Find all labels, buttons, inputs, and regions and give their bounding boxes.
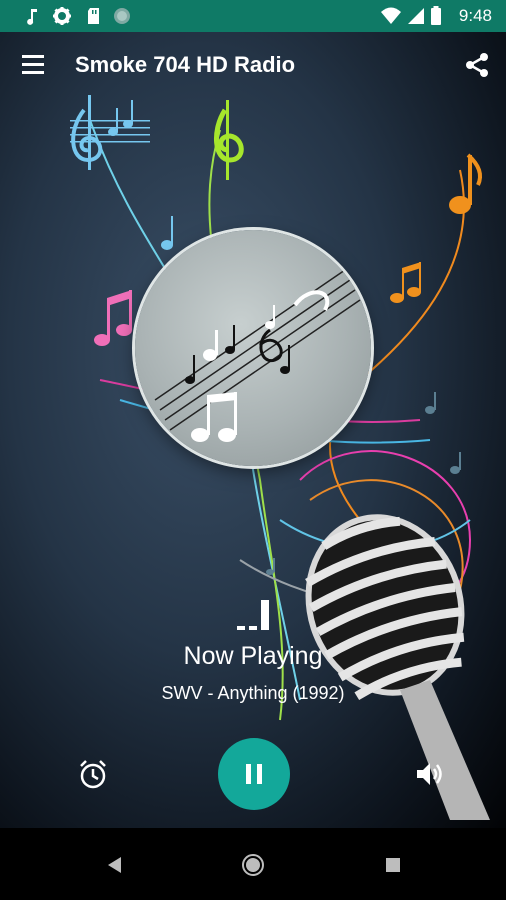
music-notes-artwork bbox=[154, 269, 361, 442]
home-icon[interactable] bbox=[238, 850, 268, 880]
alarm-icon[interactable] bbox=[76, 757, 110, 791]
clock-time: 9:48 bbox=[458, 6, 492, 25]
album-art bbox=[135, 230, 371, 466]
system-nav-bar bbox=[0, 828, 506, 900]
track-title: SWV - Anything (1992) bbox=[161, 683, 345, 703]
volume-icon[interactable] bbox=[412, 757, 446, 791]
wifi-icon bbox=[381, 7, 401, 24]
menu-icon[interactable] bbox=[18, 52, 52, 78]
equalizer-icon bbox=[237, 600, 269, 630]
gear-icon bbox=[53, 7, 71, 25]
music-note-icon bbox=[27, 9, 37, 25]
now-playing-label: Now Playing bbox=[183, 642, 323, 670]
share-icon[interactable] bbox=[462, 50, 492, 80]
sd-card-icon bbox=[88, 8, 99, 24]
signal-icon bbox=[408, 8, 424, 24]
circle-icon bbox=[114, 8, 130, 24]
pause-button[interactable] bbox=[218, 738, 290, 810]
app-title: Smoke 704 HD Radio bbox=[75, 52, 296, 77]
app-bar: Smoke 704 HD Radio bbox=[0, 32, 506, 98]
back-icon[interactable] bbox=[99, 850, 129, 880]
pause-icon bbox=[246, 764, 262, 784]
status-bar: 9:48 bbox=[0, 0, 506, 32]
recents-icon[interactable] bbox=[378, 850, 408, 880]
battery-icon bbox=[431, 6, 441, 25]
